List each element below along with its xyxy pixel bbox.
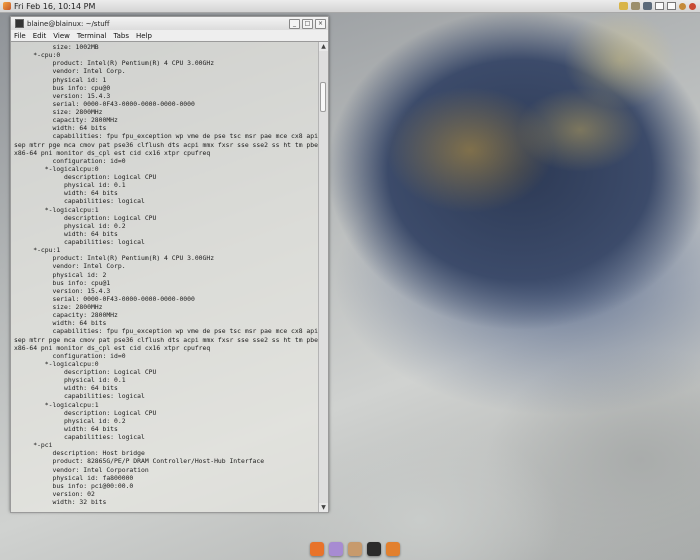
terminal-line: physical id: 0.2 xyxy=(14,416,126,425)
user-icon[interactable] xyxy=(631,2,640,10)
menu-bar: File Edit View Terminal Tabs Help xyxy=(10,30,329,41)
terminal-line: bus info: cpu@1 xyxy=(14,278,111,287)
window-list-icon[interactable] xyxy=(655,2,664,10)
terminal-line: bus info: pci@00:00.0 xyxy=(14,481,134,490)
terminal-line: capabilities: fpu fpu_exception wp vme d… xyxy=(14,327,319,336)
scrollbar-thumb[interactable] xyxy=(320,82,326,112)
firefox-icon[interactable] xyxy=(310,542,324,556)
terminal-line: physical id: 2 xyxy=(14,270,107,279)
terminal-line: width: 32 bits xyxy=(14,498,107,506)
menu-file[interactable]: File xyxy=(14,32,26,40)
terminal-line: bus info: cpu@0 xyxy=(14,83,111,92)
menu-help[interactable]: Help xyxy=(136,32,152,40)
terminal-line: physical id: fa800000 xyxy=(14,473,134,482)
terminal-line: capacity: 2800MHz xyxy=(14,311,118,320)
scroll-up-icon[interactable]: ▲ xyxy=(319,42,328,51)
maximize-button[interactable]: □ xyxy=(302,18,313,29)
terminal-line: vendor: Intel Corp. xyxy=(14,67,126,76)
terminal-line: vendor: Intel Corp. xyxy=(14,262,126,271)
terminal-line: version: 15.4.3 xyxy=(14,286,111,295)
terminal-line: configuration: id=0 xyxy=(14,351,126,360)
vertical-scrollbar[interactable]: ▲ ▼ xyxy=(318,42,328,512)
system-tray xyxy=(619,2,696,10)
terminal-output[interactable]: size: 1002MB *-cpu:0 product: Intel(R) P… xyxy=(11,42,319,512)
terminal-line: capacity: 2800MHz xyxy=(14,116,118,125)
terminal-line: physical id: 0.1 xyxy=(14,376,126,385)
terminal-line: *-logicalcpu:0 xyxy=(14,359,99,368)
terminal-line: sep mtrr pge mca cmov pat pse36 clflush … xyxy=(14,335,318,344)
close-button[interactable]: × xyxy=(315,18,326,29)
terminal-line: physical id: 0.2 xyxy=(14,221,126,230)
terminal-line: size: 2800MHz xyxy=(14,303,103,311)
menu-edit[interactable]: Edit xyxy=(33,32,47,40)
terminal-line: serial: 0000-0F43-0000-0000-0000-0000 xyxy=(14,294,195,303)
window-title: blaine@blainux: ~/stuff xyxy=(27,19,110,28)
terminal-line: description: Logical CPU xyxy=(14,408,157,417)
terminal-content: size: 1002MB *-cpu:0 product: Intel(R) P… xyxy=(10,41,329,513)
terminal-line: capabilities: logical xyxy=(14,433,145,441)
menu-view[interactable]: View xyxy=(53,32,70,40)
terminal-line: capabilities: logical xyxy=(14,392,145,401)
terminal-line: version: 15.4.3 xyxy=(14,91,111,100)
power-icon[interactable] xyxy=(689,2,696,10)
terminal-line: x86-64 pni monitor ds_cpl est cid cx16 x… xyxy=(14,343,211,352)
terminal-line: *-logicalcpu:1 xyxy=(14,400,99,409)
terminal-line: vendor: Intel Corporation xyxy=(14,465,149,474)
terminal-line: description: Logical CPU xyxy=(14,213,157,222)
terminal-line: size: 2800MHz xyxy=(14,108,103,116)
minimize-button[interactable]: _ xyxy=(289,18,300,29)
volume-icon[interactable] xyxy=(643,2,652,10)
terminal-line: width: 64 bits xyxy=(14,229,118,238)
terminal-icon[interactable] xyxy=(367,542,381,556)
terminal-line: x86-64 pni monitor ds_cpl est cid cx16 x… xyxy=(14,148,211,157)
terminal-line: description: Logical CPU xyxy=(14,368,157,376)
terminal-line: width: 64 bits xyxy=(14,189,118,198)
terminal-line: product: 82865G/PE/P DRAM Controller/Hos… xyxy=(14,457,265,466)
terminal-line: *-logicalcpu:0 xyxy=(14,164,99,173)
terminal-line: description: Logical CPU xyxy=(14,173,157,181)
terminal-line: width: 64 bits xyxy=(14,384,118,393)
terminal-line: physical id: 1 xyxy=(14,75,107,84)
window-titlebar[interactable]: blaine@blainux: ~/stuff _ □ × xyxy=(10,16,329,30)
terminal-line: size: 1002MB xyxy=(14,43,99,51)
terminal-line: description: Host bridge xyxy=(14,449,145,458)
scroll-down-icon[interactable]: ▼ xyxy=(319,503,328,512)
terminal-line: capabilities: fpu fpu_exception wp vme d… xyxy=(14,132,319,141)
terminal-line: *-cpu:0 xyxy=(14,51,61,60)
top-panel: Fri Feb 16, 10:14 PM xyxy=(0,0,700,13)
workspace-icon[interactable] xyxy=(667,2,676,10)
network-icon[interactable] xyxy=(619,2,628,10)
person-icon[interactable] xyxy=(348,542,362,556)
terminal-line: sep mtrr pge mca cmov pat pse36 clflush … xyxy=(14,140,318,149)
dock xyxy=(310,542,400,556)
pidgin-icon[interactable] xyxy=(329,542,343,556)
terminal-line: width: 64 bits xyxy=(14,424,118,433)
terminal-line: *-logicalcpu:1 xyxy=(14,205,99,214)
menu-tabs[interactable]: Tabs xyxy=(114,32,130,40)
terminal-line: *-pci xyxy=(14,441,53,450)
battery-icon[interactable] xyxy=(679,2,686,10)
terminal-window-icon xyxy=(15,19,24,28)
terminal-line: physical id: 0.1 xyxy=(14,181,126,190)
menu-terminal[interactable]: Terminal xyxy=(77,32,107,40)
settings-icon[interactable] xyxy=(386,542,400,556)
terminal-line: configuration: id=0 xyxy=(14,156,126,165)
terminal-line: product: Intel(R) Pentium(R) 4 CPU 3.00G… xyxy=(14,254,215,263)
panel-clock[interactable]: Fri Feb 16, 10:14 PM xyxy=(14,2,95,11)
terminal-line: width: 64 bits xyxy=(14,319,107,328)
terminal-line: capabilities: logical xyxy=(14,197,145,206)
terminal-line: serial: 0000-0F43-0000-0000-0000-0000 xyxy=(14,99,195,108)
terminal-window: blaine@blainux: ~/stuff _ □ × File Edit … xyxy=(10,16,329,513)
app-menu-icon[interactable] xyxy=(3,2,11,10)
terminal-line: product: Intel(R) Pentium(R) 4 CPU 3.00G… xyxy=(14,59,215,68)
terminal-line: *-cpu:1 xyxy=(14,246,61,255)
terminal-line: width: 64 bits xyxy=(14,124,107,133)
terminal-line: capabilities: logical xyxy=(14,238,145,246)
terminal-line: version: 02 xyxy=(14,489,95,498)
